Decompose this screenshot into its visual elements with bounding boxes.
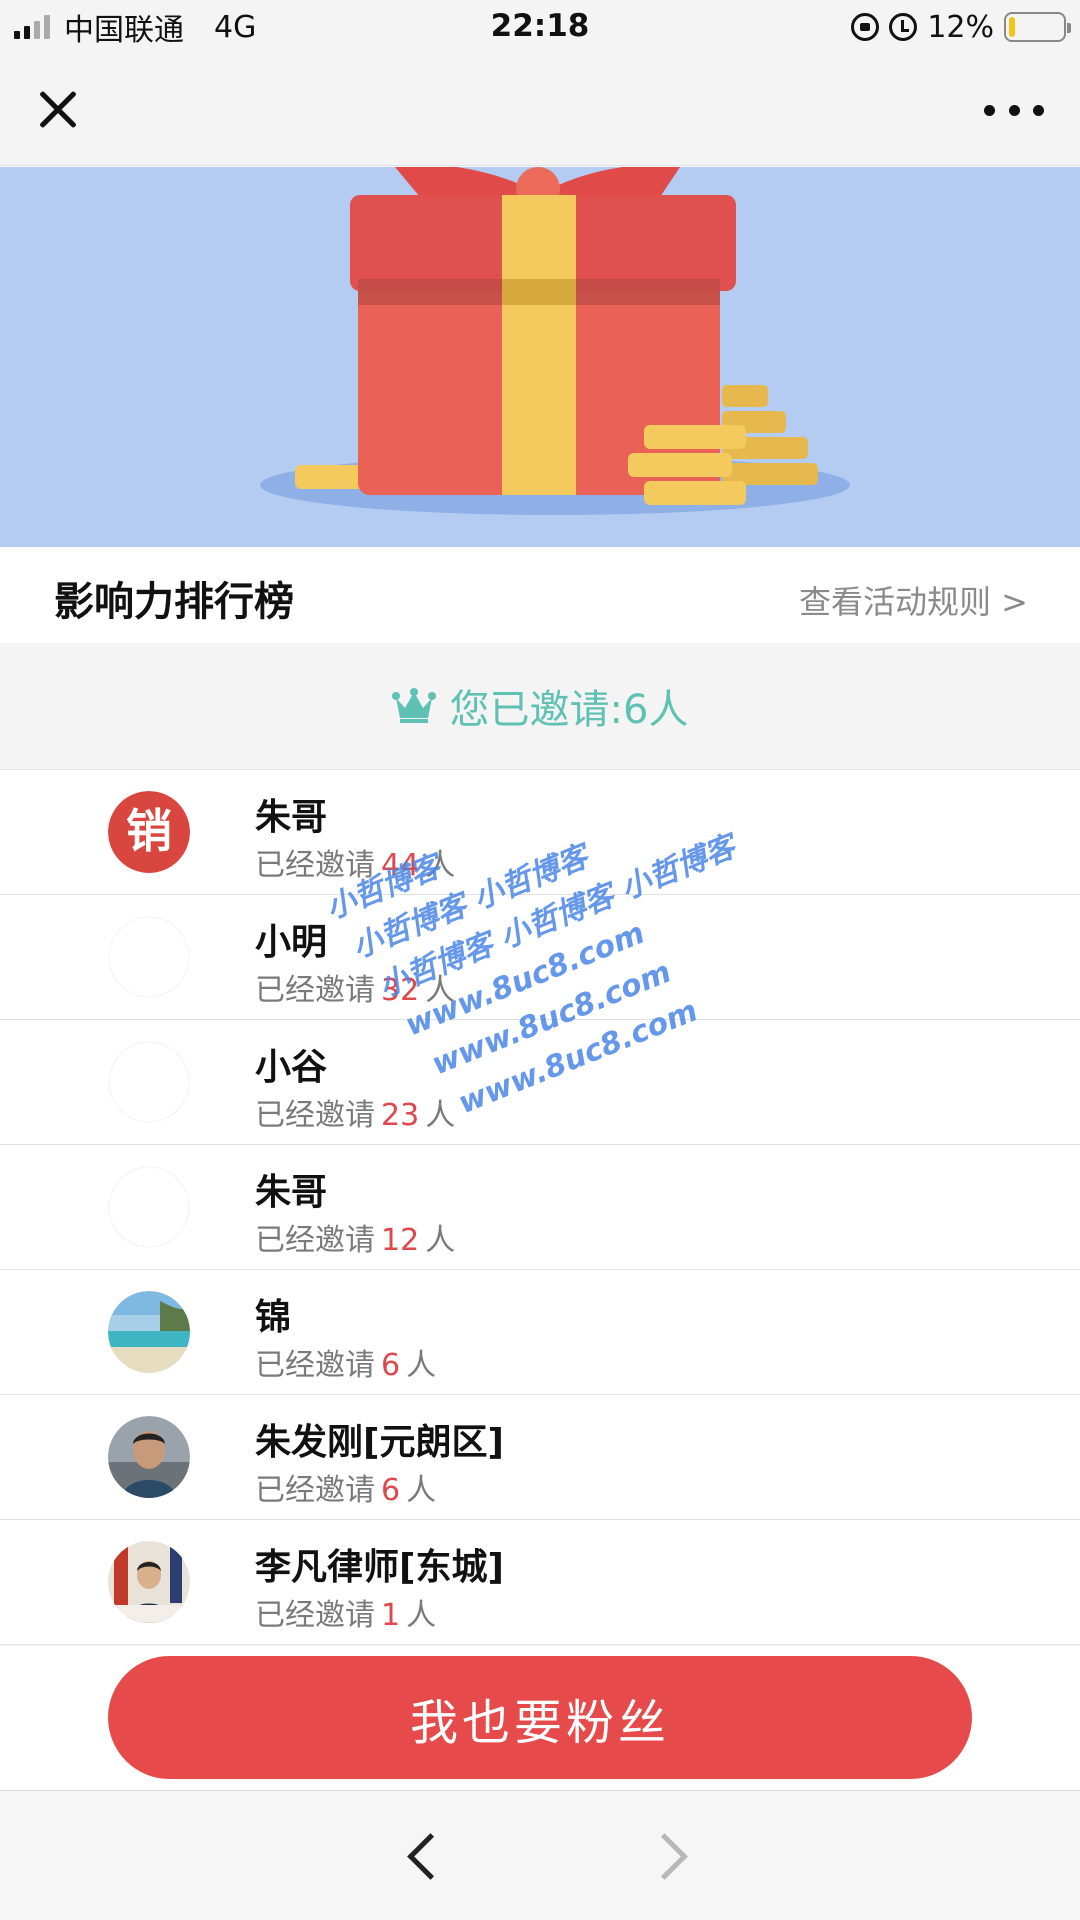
user-name: 锦 xyxy=(255,1297,292,1338)
invite-count-line: 已经邀请 6 人 xyxy=(255,1340,436,1384)
invite-count-line: 已经邀请 6 人 xyxy=(255,1465,436,1509)
invite-prefix: 已经邀请 xyxy=(255,973,375,1008)
invite-unit: 人 xyxy=(406,1598,437,1633)
leaderboard-row: 销朱哥 已经邀请 44 人 xyxy=(0,770,1080,895)
leaderboard-title: 影响力排行榜 xyxy=(54,579,294,625)
invite-unit: 人 xyxy=(406,1473,437,1508)
user-name: 朱发刚[元朗区] xyxy=(255,1422,504,1463)
invite-count: 1 xyxy=(381,1598,401,1633)
gift-banner xyxy=(0,167,1080,547)
invite-unit: 人 xyxy=(425,1223,456,1258)
invite-count-line: 已经邀请 1 人 xyxy=(255,1590,436,1634)
invite-count-line: 已经邀请 32 人 xyxy=(255,965,455,1009)
invite-prefix: 已经邀请 xyxy=(255,1348,375,1383)
leaderboard-list: 销朱哥 已经邀请 44 人小明 已经邀请 32 人小谷 已经邀请 23 人朱哥 已经邀请 12 人锦已经… xyxy=(0,770,1080,1645)
leaderboard-row: 朱哥 已经邀请 12 人 xyxy=(0,1145,1080,1270)
crown-icon xyxy=(391,688,436,723)
rotation-lock-icon xyxy=(851,13,880,41)
leaderboard-row: 锦已经邀请 6 人 xyxy=(0,1270,1080,1395)
invited-summary: 您已邀请:6人 xyxy=(0,643,1080,770)
user-name: 朱哥 xyxy=(255,797,328,838)
battery-icon xyxy=(1004,12,1071,42)
invite-unit: 人 xyxy=(406,1348,437,1383)
more-options-icon[interactable] xyxy=(984,98,1044,122)
user-name: 小明 xyxy=(255,922,328,963)
avatar xyxy=(108,916,190,998)
status-right: 12% xyxy=(851,8,1071,46)
invite-count: 44 xyxy=(381,848,420,883)
back-arrow-icon[interactable] xyxy=(400,1832,440,1880)
leaderboard-header: 影响力排行榜 查看活动规则 > xyxy=(0,547,1080,643)
status-bar: 中国联通 4G 22:18 12% xyxy=(0,0,1080,54)
cta-area: 我也要粉丝 xyxy=(0,1646,1080,1791)
leaderboard-row: 李凡律师[东城] 已经邀请 1 人 xyxy=(0,1520,1080,1645)
user-name: 李凡律师[东城] xyxy=(255,1547,504,1588)
invite-count: 32 xyxy=(381,973,420,1008)
browser-bottom-bar xyxy=(0,1792,1080,1920)
invite-count: 6 xyxy=(381,1473,401,1508)
invite-unit: 人 xyxy=(425,973,456,1008)
battery-fill xyxy=(1009,17,1016,37)
svg-text:销: 销 xyxy=(126,804,172,858)
get-fans-button[interactable]: 我也要粉丝 xyxy=(108,1656,972,1779)
close-icon[interactable] xyxy=(30,82,86,138)
invite-prefix: 已经邀请 xyxy=(255,848,375,883)
invite-count: 12 xyxy=(381,1223,420,1258)
activity-rules-link[interactable]: 查看活动规则 > xyxy=(799,577,1028,623)
user-name: 朱哥 xyxy=(255,1172,328,1213)
avatar xyxy=(108,1041,190,1123)
invite-unit: 人 xyxy=(425,1098,456,1133)
invite-prefix: 已经邀请 xyxy=(255,1473,375,1508)
avatar xyxy=(108,1166,190,1248)
invite-unit: 人 xyxy=(425,848,456,883)
user-name: 小谷 xyxy=(255,1047,328,1088)
leaderboard-row: 小谷 已经邀请 23 人 xyxy=(0,1020,1080,1145)
gift-box-illustration xyxy=(260,167,850,515)
forward-arrow-icon[interactable] xyxy=(650,1832,690,1880)
invite-count-line: 已经邀请 12 人 xyxy=(255,1215,455,1259)
nav-bar xyxy=(0,54,1080,166)
invite-prefix: 已经邀请 xyxy=(255,1098,375,1133)
leaderboard-row: 朱发刚[元朗区] 已经邀请 6 人 xyxy=(0,1395,1080,1520)
invite-prefix: 已经邀请 xyxy=(255,1598,375,1633)
invite-count: 23 xyxy=(381,1098,420,1133)
battery-percent: 12% xyxy=(927,9,994,45)
alarm-icon xyxy=(889,13,918,41)
leaderboard-row: 小明 已经邀请 32 人 xyxy=(0,895,1080,1020)
invite-prefix: 已经邀请 xyxy=(255,1223,375,1258)
avatar xyxy=(108,1291,190,1373)
invite-count-line: 已经邀请 44 人 xyxy=(255,840,455,884)
avatar: 销 xyxy=(108,791,190,873)
avatar xyxy=(108,1416,190,1498)
invite-count-line: 已经邀请 23 人 xyxy=(255,1090,455,1134)
invited-count-text: 您已邀请:6人 xyxy=(449,687,689,733)
invite-count: 6 xyxy=(381,1348,401,1383)
avatar xyxy=(108,1541,190,1623)
